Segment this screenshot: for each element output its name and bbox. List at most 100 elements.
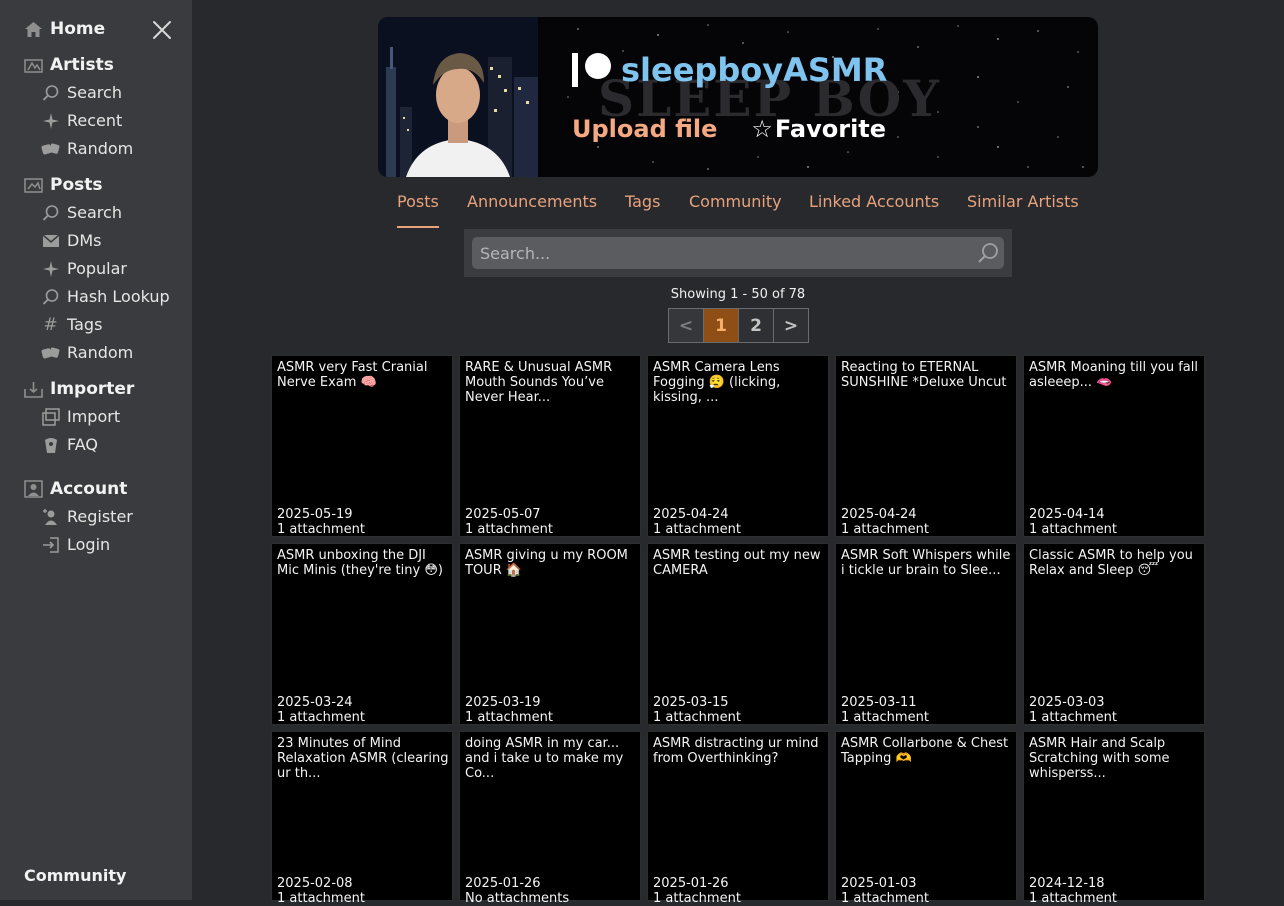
close-icon[interactable] [151,19,173,41]
post-title: RARE & Unusual ASMR Mouth Sounds You’ve … [465,360,613,405]
tab-posts[interactable]: Posts [397,192,439,228]
artists-icon [24,56,43,75]
sidebar-section-artists[interactable]: Artists [24,55,114,75]
post-title: ASMR Hair and Scalp Scratching with some… [1029,736,1170,781]
favorite-button[interactable]: ☆ Favorite [751,115,886,143]
post-date: 2025-03-24 [277,695,353,710]
post-attachments: 1 attachment [277,522,365,537]
tab-linked-accounts[interactable]: Linked Accounts [809,192,939,226]
sidebar-item-label: Random [67,343,134,362]
tab-similar-artists[interactable]: Similar Artists [967,192,1079,226]
sidebar-item-tags[interactable]: # Tags [41,314,103,335]
page-1-button[interactable]: 1 [703,308,739,343]
page-2-button[interactable]: 2 [738,308,774,343]
next-page-button[interactable]: > [773,308,809,343]
post-date: 2025-01-03 [841,876,917,891]
artist-name[interactable]: sleepboyASMR [621,54,887,86]
sidebar-home-label: Home [50,19,106,39]
faq-icon [41,435,60,454]
sidebar-footer-community[interactable]: Community [24,866,126,885]
post-attachments: No attachments [465,891,570,906]
post-title: ASMR unboxing the DJI Mic Minis (they're… [277,548,443,578]
post-card[interactable]: ASMR Camera Lens Fogging 😮‍💨 (licking, k… [648,356,828,537]
post-search-input[interactable] [472,237,1004,269]
post-card[interactable]: Classic ASMR to help you Relax and Sleep… [1024,544,1204,725]
sidebar-item-label: Recent [67,111,123,130]
sidebar-item-import[interactable]: Import [41,407,120,426]
sidebar-item-posts-random[interactable]: Random [41,343,133,362]
tab-announcements[interactable]: Announcements [467,192,597,226]
post-attachments: 1 attachment [653,522,741,537]
post-date: 2025-03-03 [1029,695,1105,710]
sidebar-item-label: Login [67,535,111,554]
sidebar-section-importer[interactable]: Importer [24,379,134,399]
sidebar-item-login[interactable]: Login [41,535,110,554]
post-card[interactable]: ASMR giving u my ROOM TOUR 🏠 2025-03-19 … [460,544,640,725]
tab-tags[interactable]: Tags [625,192,660,226]
artist-name-row: sleepboyASMR [571,49,887,91]
post-card[interactable]: RARE & Unusual ASMR Mouth Sounds You’ve … [460,356,640,537]
sidebar-item-popular[interactable]: Popular [41,259,127,278]
post-date: 2025-03-11 [841,695,917,710]
upload-file-link[interactable]: Upload file [572,115,717,143]
sidebar-home[interactable]: Home [24,19,105,39]
paginator: < 1 2 > [668,308,809,343]
sparkle-icon [41,259,60,278]
post-title: ASMR testing out my new CAMERA [653,548,821,578]
search-icon[interactable] [976,241,1000,265]
post-date: 2024-12-18 [1029,876,1105,891]
post-card[interactable]: ASMR Collarbone & Chest Tapping 🫶 2025-0… [836,732,1016,906]
sidebar-section-account[interactable]: Account [24,479,127,499]
post-card[interactable]: ASMR very Fast Cranial Nerve Exam 🧠 2025… [272,356,452,537]
sidebar-item-artists-random[interactable]: Random [41,139,133,158]
post-title: ASMR giving u my ROOM TOUR 🏠 [465,548,628,578]
post-card[interactable]: ASMR distracting ur mind from Overthinki… [648,732,828,906]
search-icon [41,83,60,102]
post-title: ASMR Collarbone & Chest Tapping 🫶 [841,736,1009,766]
post-attachments: 1 attachment [277,710,365,725]
post-attachments: 1 attachment [841,891,929,906]
post-card[interactable]: ASMR Moaning till you fall asleeep... 🫦 … [1024,356,1204,537]
sidebar-section-artists-label: Artists [50,55,114,75]
post-title: ASMR distracting ur mind from Overthinki… [653,736,819,766]
post-date: 2025-03-19 [465,695,541,710]
post-card[interactable]: Reacting to ETERNAL SUNSHINE *Deluxe Unc… [836,356,1016,537]
post-card[interactable]: 23 Minutes of Mind Relaxation ASMR (clea… [272,732,452,906]
post-attachments: 1 attachment [465,710,553,725]
post-card[interactable]: ASMR unboxing the DJI Mic Minis (they're… [272,544,452,725]
post-card[interactable]: ASMR testing out my new CAMERA 2025-03-1… [648,544,828,725]
post-attachments: 1 attachment [841,522,929,537]
artist-avatar[interactable] [378,17,538,177]
post-card[interactable]: doing ASMR in my car... and i take u to … [460,732,640,906]
sidebar-item-register[interactable]: Register [41,507,133,526]
hash-icon: # [43,314,58,335]
favorite-label: Favorite [774,115,887,143]
sidebar-item-label: FAQ [67,435,98,454]
register-icon [41,507,60,526]
dice-icon [41,343,60,362]
prev-page-button[interactable]: < [668,308,704,343]
sidebar-item-recent[interactable]: Recent [41,111,122,130]
tab-community[interactable]: Community [689,192,782,226]
post-date: 2025-03-15 [653,695,729,710]
post-attachments: 1 attachment [1029,710,1117,725]
post-attachments: 1 attachment [1029,522,1117,537]
sidebar-item-artists-search[interactable]: Search [41,83,122,102]
post-attachments: 1 attachment [653,710,741,725]
post-card[interactable]: ASMR Hair and Scalp Scratching with some… [1024,732,1204,906]
post-date: 2025-01-26 [653,876,729,891]
sidebar-item-dms[interactable]: DMs [41,231,101,250]
sidebar-section-account-label: Account [50,479,128,499]
sidebar-item-label: DMs [67,231,102,250]
dice-icon [41,139,60,158]
artist-banner: SLEEP BOY sleepboyASMR Upload file ☆ Fav… [378,17,1098,177]
post-title: ASMR Moaning till you fall asleeep... 🫦 [1029,360,1198,390]
sidebar-item-faq[interactable]: FAQ [41,435,98,454]
sidebar-item-label: Import [67,407,121,426]
post-title: doing ASMR in my car... and i take u to … [465,736,624,781]
sidebar-item-label: Tags [67,315,103,334]
post-card[interactable]: ASMR Soft Whispers while i tickle ur bra… [836,544,1016,725]
account-icon [24,480,43,499]
post-title: Classic ASMR to help you Relax and Sleep… [1029,548,1193,578]
post-date: 2025-04-14 [1029,507,1105,522]
